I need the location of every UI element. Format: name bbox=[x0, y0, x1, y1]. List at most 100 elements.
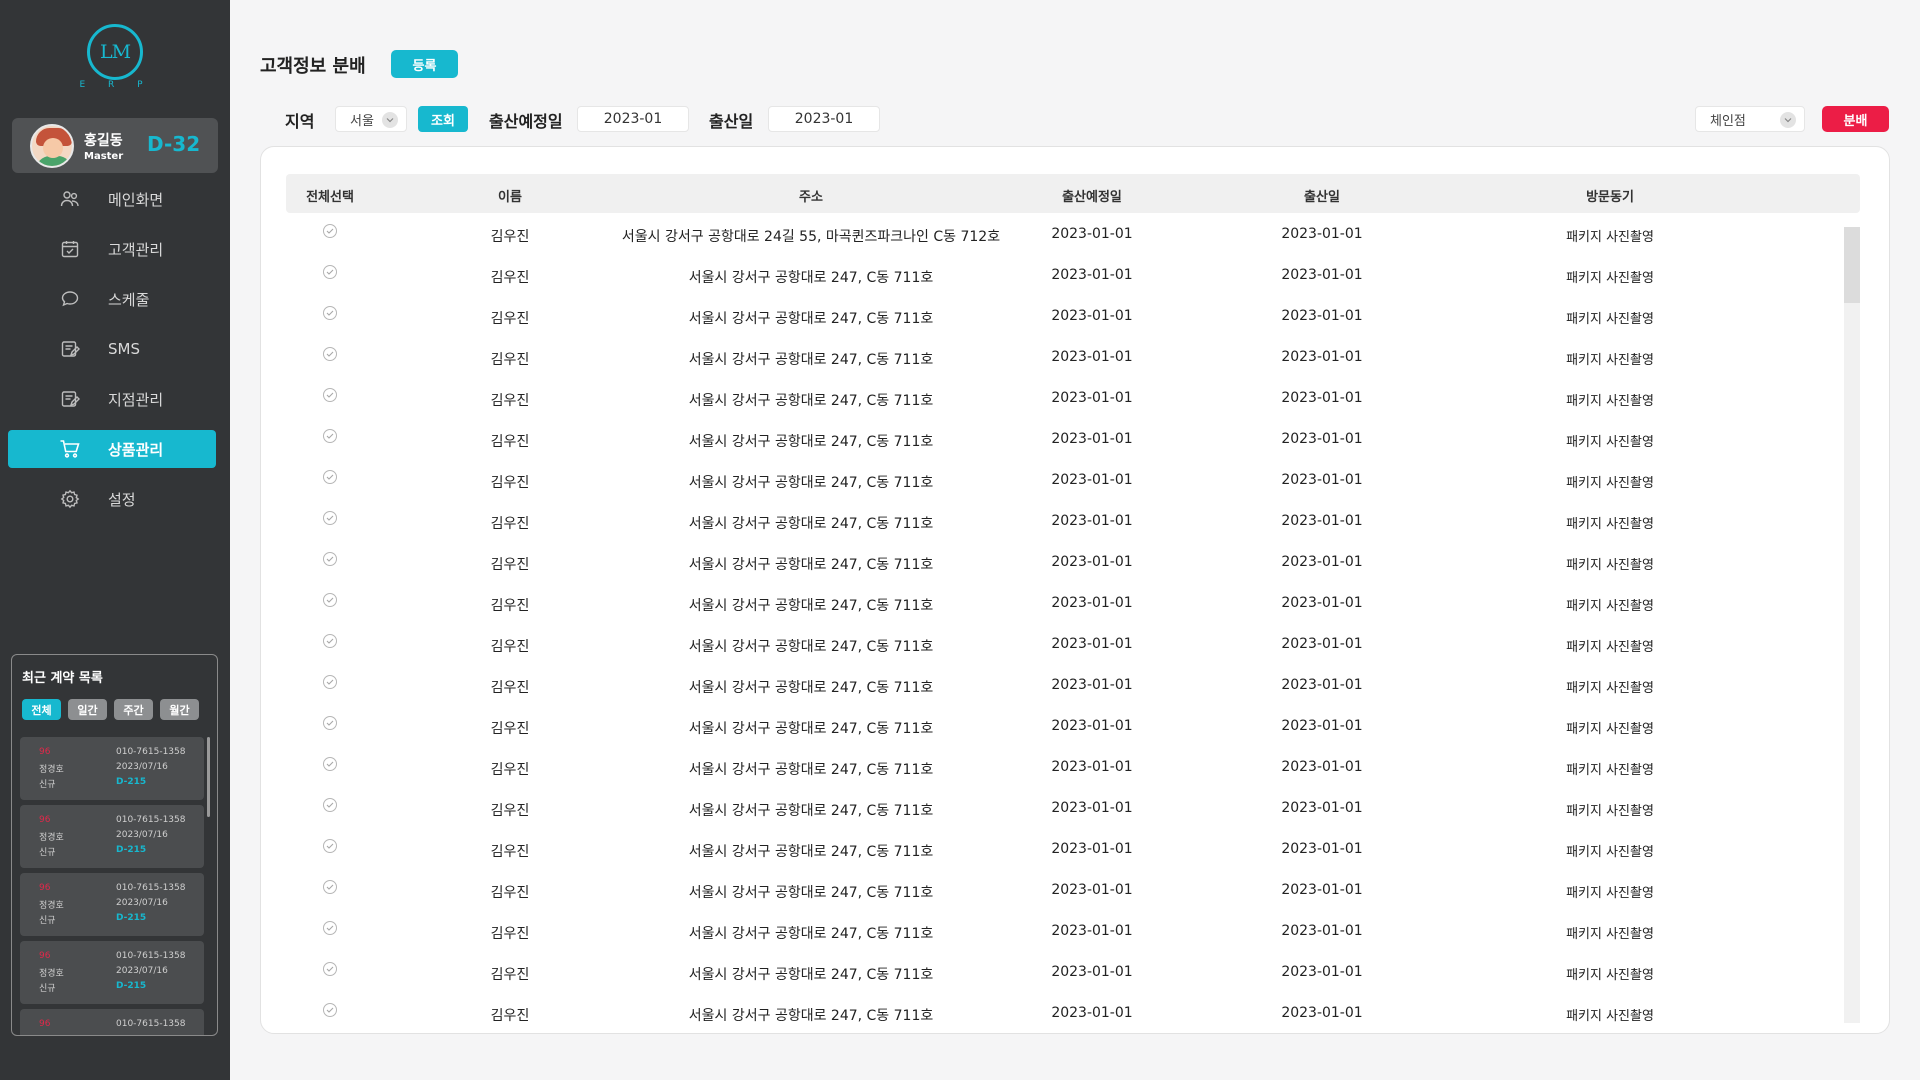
table-scrollbar[interactable] bbox=[1844, 227, 1860, 1023]
table-row[interactable]: 김우진 서울시 강서구 공항대로 247, C동 711호 2023-01-01 20… bbox=[286, 623, 1846, 664]
logo[interactable]: LM bbox=[87, 24, 143, 80]
contract-phone: 010-7615-1358 bbox=[116, 815, 186, 825]
table-row[interactable]: 김우진 서울시 강서구 공항대로 247, C동 711호 2023-01-01 20… bbox=[286, 254, 1846, 295]
table-row[interactable]: 김우진 서울시 강서구 공항대로 247, C동 711호 2023-01-01 20… bbox=[286, 500, 1846, 541]
cell-name: 김우진 bbox=[490, 926, 530, 942]
sidebar-item-schedule[interactable]: 스케줄 bbox=[8, 280, 216, 318]
message-edit-icon bbox=[59, 338, 81, 360]
row-checkbox[interactable] bbox=[323, 224, 337, 238]
recent-contract-card[interactable]: 96 010-7615-1358 bbox=[20, 1009, 204, 1035]
register-button[interactable]: 등록 bbox=[391, 50, 458, 78]
cell-visit-motive: 패키지 사진촬영 bbox=[1566, 394, 1654, 409]
profile-card[interactable]: 홍길동 Master D-32 bbox=[12, 118, 218, 173]
sidebar-item-branches[interactable]: 지점관리 bbox=[8, 380, 216, 418]
table-row[interactable]: 김우진 서울시 강서구 공항대로 247, C동 711호 2023-01-01 20… bbox=[286, 336, 1846, 377]
row-checkbox[interactable] bbox=[323, 921, 337, 935]
row-checkbox[interactable] bbox=[323, 470, 337, 484]
sidebar-item-sms[interactable]: SMS bbox=[8, 330, 216, 368]
row-checkbox[interactable] bbox=[323, 306, 337, 320]
cell-due-date: 2023-01-01 bbox=[1051, 964, 1133, 980]
select-all-header[interactable]: 전체선택 bbox=[306, 186, 354, 205]
recent-contract-card[interactable]: 96 정경호 신규 010-7615-1358 2023/07/16 D-215 bbox=[20, 941, 204, 1004]
table-row[interactable]: 김우진 서울시 강서구 공항대로 247, C동 711호 2023-01-01 20… bbox=[286, 951, 1846, 992]
row-checkbox[interactable] bbox=[323, 511, 337, 525]
contract-code: 96 bbox=[39, 815, 51, 825]
tab-daily[interactable]: 일간 bbox=[68, 699, 107, 720]
cell-name: 김우진 bbox=[490, 762, 530, 778]
cell-birth-date: 2023-01-01 bbox=[1281, 267, 1363, 283]
birth-date-input[interactable]: 2023-01 bbox=[768, 106, 880, 132]
row-checkbox[interactable] bbox=[323, 757, 337, 771]
cell-address: 서울시 강서구 공항대로 247, C동 711호 bbox=[688, 639, 934, 655]
due-date-input[interactable]: 2023-01 bbox=[577, 106, 689, 132]
table-row[interactable]: 김우진 서울시 강서구 공항대로 247, C동 711호 2023-01-01 20… bbox=[286, 828, 1846, 869]
cell-visit-motive: 패키지 사진촬영 bbox=[1566, 558, 1654, 573]
tab-monthly[interactable]: 월간 bbox=[160, 699, 199, 720]
distribute-button[interactable]: 분배 bbox=[1822, 106, 1889, 132]
row-checkbox[interactable] bbox=[323, 429, 337, 443]
branch-select[interactable]: 체인점 bbox=[1695, 106, 1805, 132]
contract-dday: D-215 bbox=[116, 913, 147, 923]
check-icon bbox=[326, 310, 334, 316]
cell-birth-date: 2023-01-01 bbox=[1281, 677, 1363, 693]
row-checkbox[interactable] bbox=[323, 716, 337, 730]
row-checkbox[interactable] bbox=[323, 634, 337, 648]
column-header-due-date: 출산예정일 bbox=[1062, 190, 1122, 205]
table-row[interactable]: 김우진 서울시 강서구 공항대로 247, C동 711호 2023-01-01 20… bbox=[286, 459, 1846, 500]
cell-birth-date: 2023-01-01 bbox=[1281, 595, 1363, 611]
table-row[interactable]: 김우진 서울시 강서구 공항대로 247, C동 711호 2023-01-01 20… bbox=[286, 705, 1846, 746]
table-row[interactable]: 김우진 서울시 강서구 공항대로 247, C동 711호 2023-01-01 20… bbox=[286, 787, 1846, 828]
contract-phone: 010-7615-1358 bbox=[116, 747, 186, 757]
row-checkbox[interactable] bbox=[323, 880, 337, 894]
row-checkbox[interactable] bbox=[323, 388, 337, 402]
row-checkbox[interactable] bbox=[323, 962, 337, 976]
row-checkbox[interactable] bbox=[323, 552, 337, 566]
recent-contract-card[interactable]: 96 정경호 신규 010-7615-1358 2023/07/16 D-215 bbox=[20, 805, 204, 868]
sidebar-item-settings[interactable]: 설정 bbox=[8, 480, 216, 518]
recent-contracts-tabs: 전체 일간 주간 월간 bbox=[22, 699, 199, 720]
row-checkbox[interactable] bbox=[323, 839, 337, 853]
table-row[interactable]: 김우진 서울시 강서구 공항대로 247, C동 711호 2023-01-01 20… bbox=[286, 418, 1846, 459]
row-checkbox[interactable] bbox=[323, 593, 337, 607]
birth-date-label: 출산일 bbox=[709, 112, 754, 131]
sidebar-item-label: 고객관리 bbox=[108, 240, 164, 259]
tab-weekly[interactable]: 주간 bbox=[114, 699, 153, 720]
sidebar-item-label: 메인화면 bbox=[108, 190, 164, 209]
table-row[interactable]: 김우진 서울시 강서구 공항대로 247, C동 711호 2023-01-01 20… bbox=[286, 910, 1846, 951]
region-select[interactable]: 서울 bbox=[335, 106, 407, 132]
cell-visit-motive: 패키지 사진촬영 bbox=[1566, 312, 1654, 327]
search-button[interactable]: 조회 bbox=[418, 106, 468, 132]
row-checkbox[interactable] bbox=[323, 347, 337, 361]
recent-contract-card[interactable]: 96 정경호 신규 010-7615-1358 2023/07/16 D-215 bbox=[20, 873, 204, 936]
sidebar-item-main[interactable]: 메인화면 bbox=[8, 180, 216, 218]
table-row[interactable]: 김우진 서울시 강서구 공항대로 247, C동 711호 2023-01-01 20… bbox=[286, 869, 1846, 910]
page-title: 고객정보 분배 bbox=[260, 56, 366, 77]
row-checkbox[interactable] bbox=[323, 675, 337, 689]
table-scroll-thumb[interactable] bbox=[1844, 227, 1860, 303]
sidebar-item-customers[interactable]: 고객관리 bbox=[8, 230, 216, 268]
cell-birth-date: 2023-01-01 bbox=[1281, 718, 1363, 734]
recent-list-scrollbar[interactable] bbox=[207, 737, 210, 817]
cell-name: 김우진 bbox=[490, 557, 530, 573]
sidebar-item-products[interactable]: 상품관리 bbox=[8, 430, 216, 468]
row-checkbox[interactable] bbox=[323, 798, 337, 812]
table-row[interactable]: 김우진 서울시 강서구 공항대로 247, C동 711호 2023-01-01 20… bbox=[286, 377, 1846, 418]
tab-all[interactable]: 전체 bbox=[22, 699, 61, 720]
table-row[interactable]: 김우진 서울시 강서구 공항대로 247, C동 711호 2023-01-01 20… bbox=[286, 295, 1846, 336]
row-checkbox[interactable] bbox=[323, 265, 337, 279]
table-row[interactable]: 김우진 서울시 강서구 공항대로 247, C동 711호 2023-01-01 20… bbox=[286, 746, 1846, 787]
contract-type: 신규 bbox=[39, 780, 56, 790]
check-icon bbox=[326, 515, 334, 521]
avatar bbox=[30, 123, 74, 168]
table-row[interactable]: 김우진 서울시 강서구 공항대로 247, C동 711호 2023-01-01 20… bbox=[286, 582, 1846, 623]
contract-date: 2023/07/16 bbox=[116, 898, 168, 908]
cell-birth-date: 2023-01-01 bbox=[1281, 923, 1363, 939]
cell-due-date: 2023-01-01 bbox=[1051, 800, 1133, 816]
table-row[interactable]: 김우진 서울시 강서구 공항대로 247, C동 711호 2023-01-01 20… bbox=[286, 992, 1846, 1033]
row-checkbox[interactable] bbox=[323, 1003, 337, 1017]
recent-contract-card[interactable]: 96 정경호 신규 010-7615-1358 2023/07/16 D-215 bbox=[20, 737, 204, 800]
recent-contracts-panel: 최근 계약 목록 전체 일간 주간 월간 96 정경호 신규 010-7615-135… bbox=[11, 654, 218, 1036]
table-row[interactable]: 김우진 서울시 강서구 공항대로 24길 55, 마곡퀸즈파크나인 C동 712호… bbox=[286, 213, 1846, 254]
table-row[interactable]: 김우진 서울시 강서구 공항대로 247, C동 711호 2023-01-01 20… bbox=[286, 664, 1846, 705]
table-row[interactable]: 김우진 서울시 강서구 공항대로 247, C동 711호 2023-01-01 20… bbox=[286, 541, 1846, 582]
